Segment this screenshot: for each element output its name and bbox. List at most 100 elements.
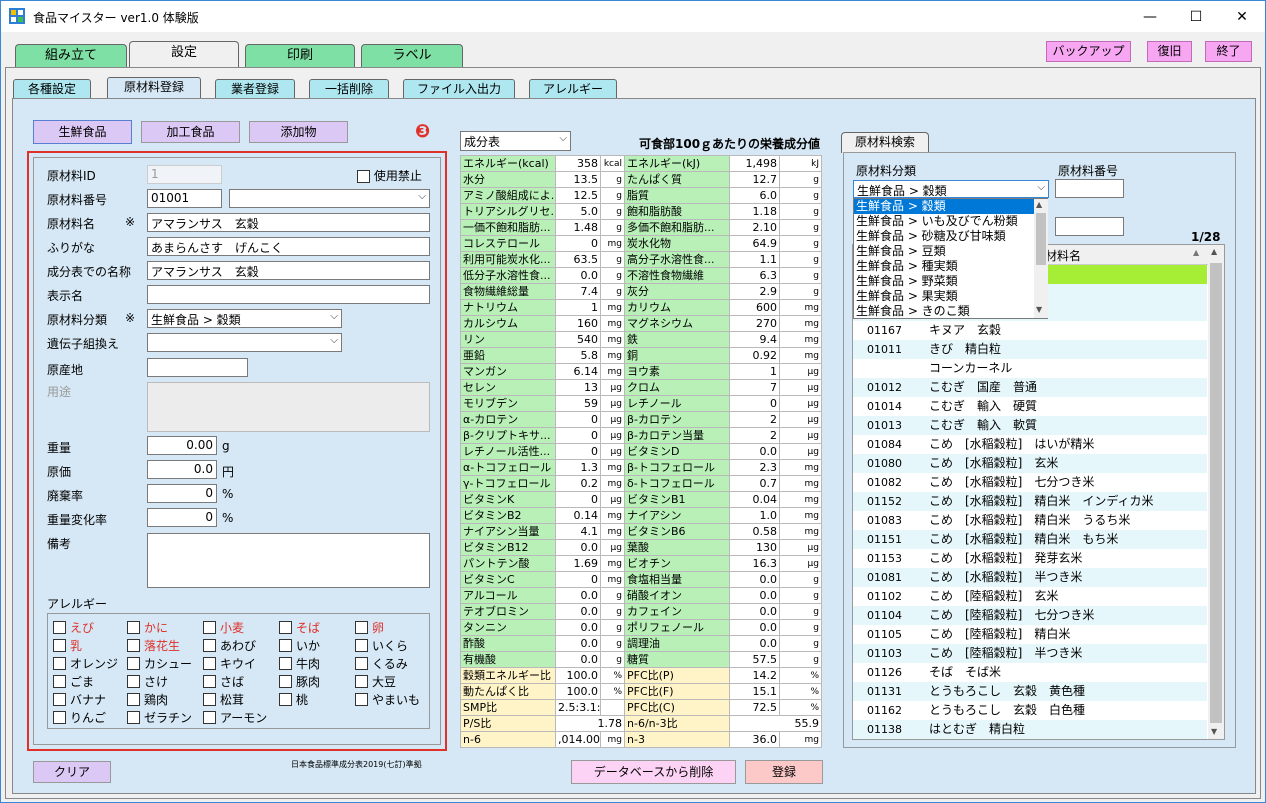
allergy-checkbox[interactable]: そば bbox=[279, 619, 320, 636]
name-field[interactable]: アマランサス 玄穀 bbox=[147, 213, 430, 232]
restore-button[interactable]: 復旧 bbox=[1147, 41, 1192, 62]
list-item[interactable]: 01131 とうもろこし 玄穀 黄色種 bbox=[853, 682, 1207, 701]
allergy-checkbox[interactable]: キウイ bbox=[203, 655, 256, 672]
scroll-up-icon[interactable]: ▲ bbox=[1211, 247, 1217, 256]
clear-button[interactable]: クリア bbox=[33, 761, 111, 783]
list-item[interactable]: 01081 こめ [水稲穀粒] 半つき米 bbox=[853, 568, 1207, 587]
allergy-checkbox[interactable]: あわび bbox=[203, 637, 256, 654]
origin-field[interactable] bbox=[147, 358, 248, 377]
checkbox-icon[interactable] bbox=[203, 693, 216, 706]
note-field[interactable] bbox=[147, 533, 430, 588]
list-item[interactable]: コーンカーネル bbox=[853, 359, 1207, 378]
subtab-file-io[interactable]: ファイル入出力 bbox=[403, 79, 515, 99]
checkbox-icon[interactable] bbox=[203, 621, 216, 634]
subtab-material[interactable]: 原材料登録 bbox=[107, 77, 201, 100]
allergy-checkbox[interactable]: 卵 bbox=[355, 619, 384, 636]
kana-field[interactable]: あまらんさす げんこく bbox=[147, 237, 430, 256]
checkbox-icon[interactable] bbox=[127, 657, 140, 670]
allergy-checkbox[interactable]: 乳 bbox=[53, 637, 82, 654]
checkbox-icon[interactable] bbox=[355, 639, 368, 652]
tab-label[interactable]: ラベル bbox=[361, 44, 463, 68]
scroll-thumb[interactable] bbox=[1210, 263, 1222, 723]
tab-material-search[interactable]: 原材料検索 bbox=[841, 132, 929, 153]
tab-settings[interactable]: 設定 bbox=[129, 41, 239, 68]
allergy-checkbox[interactable]: やまいも bbox=[355, 691, 420, 708]
checkbox-icon[interactable] bbox=[355, 657, 368, 670]
weight-field[interactable]: 0.00 bbox=[147, 436, 217, 455]
allergy-checkbox[interactable]: オレンジ bbox=[53, 655, 118, 672]
dropdown-option[interactable]: 生鮮食品 > 穀類 bbox=[854, 199, 1034, 214]
code-field[interactable]: 01001 bbox=[147, 189, 222, 208]
checkbox-icon[interactable] bbox=[355, 693, 368, 706]
gmo-select[interactable]: ⌵ bbox=[147, 333, 342, 352]
checkbox-icon[interactable] bbox=[53, 675, 66, 688]
allergy-checkbox[interactable]: 鶏肉 bbox=[127, 691, 168, 708]
allergy-checkbox[interactable]: いくら bbox=[355, 637, 408, 654]
dropdown-option[interactable]: 生鮮食品 > 野菜類 bbox=[854, 274, 1034, 289]
list-item[interactable]: 01011 きび 精白粒 bbox=[853, 340, 1207, 359]
checkbox-icon[interactable] bbox=[53, 657, 66, 670]
checkbox-icon[interactable] bbox=[279, 675, 292, 688]
allergy-checkbox[interactable]: バナナ bbox=[53, 691, 106, 708]
fresh-food-button[interactable]: 生鮮食品 bbox=[33, 120, 132, 144]
dropdown-scrollbar[interactable]: ▲ ▼ bbox=[1034, 199, 1048, 318]
class-select[interactable]: 生鮮食品 > 穀類 ⌵ bbox=[147, 309, 342, 328]
allergy-checkbox[interactable]: いか bbox=[279, 637, 320, 654]
cost-field[interactable]: 0.0 bbox=[147, 460, 217, 479]
tab-print[interactable]: 印刷 bbox=[245, 44, 355, 68]
allergy-checkbox[interactable]: 桃 bbox=[279, 691, 308, 708]
disabled-checkbox[interactable]: 使用禁止 bbox=[357, 167, 422, 184]
checkbox-icon[interactable] bbox=[127, 693, 140, 706]
checkbox-icon[interactable] bbox=[203, 711, 216, 724]
list-item[interactable]: 01138 はとむぎ 精白粒 bbox=[853, 720, 1207, 739]
list-item[interactable]: 01084 こめ [水稲穀粒] はいが精米 bbox=[853, 435, 1207, 454]
waste-field[interactable]: 0 bbox=[147, 484, 217, 503]
allergy-checkbox[interactable]: 落花生 bbox=[127, 637, 180, 654]
search-name-field[interactable] bbox=[1055, 217, 1124, 236]
dropdown-option[interactable]: 生鮮食品 > 種実類 bbox=[854, 259, 1034, 274]
list-item[interactable]: 01080 こめ [水稲穀粒] 玄米 bbox=[853, 454, 1207, 473]
minimize-button[interactable]: — bbox=[1127, 1, 1173, 32]
checkbox-icon[interactable] bbox=[279, 621, 292, 634]
list-item[interactable]: 01152 こめ [水稲穀粒] 精白米 インディカ米 bbox=[853, 492, 1207, 511]
checkbox-icon[interactable] bbox=[203, 657, 216, 670]
checkbox-icon[interactable] bbox=[127, 639, 140, 652]
additive-button[interactable]: 添加物 bbox=[249, 121, 348, 143]
maximize-button[interactable]: ☐ bbox=[1173, 1, 1219, 32]
list-item[interactable]: 01162 とうもろこし 玄穀 白色種 bbox=[853, 701, 1207, 720]
subtab-general[interactable]: 各種設定 bbox=[13, 79, 91, 99]
disabled-check-icon[interactable] bbox=[357, 170, 370, 183]
register-button[interactable]: 登録 bbox=[745, 760, 823, 784]
checkbox-icon[interactable] bbox=[279, 693, 292, 706]
allergy-checkbox[interactable]: 牛肉 bbox=[279, 655, 320, 672]
allergy-checkbox[interactable]: ごま bbox=[53, 673, 94, 690]
checkbox-icon[interactable] bbox=[279, 657, 292, 670]
checkbox-icon[interactable] bbox=[203, 675, 216, 688]
dropdown-option[interactable]: 生鮮食品 > いも及びでん粉類 bbox=[854, 214, 1034, 229]
list-item[interactable]: 01167 キヌア 玄穀 bbox=[853, 321, 1207, 340]
processed-food-button[interactable]: 加工食品 bbox=[141, 121, 240, 143]
allergy-checkbox[interactable]: りんご bbox=[53, 709, 106, 726]
allergy-checkbox[interactable]: カシュー bbox=[127, 655, 192, 672]
allergy-checkbox[interactable]: さけ bbox=[127, 673, 168, 690]
checkbox-icon[interactable] bbox=[355, 621, 368, 634]
checkbox-icon[interactable] bbox=[127, 675, 140, 688]
allergy-checkbox[interactable]: くるみ bbox=[355, 655, 408, 672]
list-item[interactable]: 01014 こむぎ 輸入 硬質 bbox=[853, 397, 1207, 416]
list-item[interactable]: 01104 こめ [陸稲穀粒] 七分つき米 bbox=[853, 606, 1207, 625]
checkbox-icon[interactable] bbox=[203, 639, 216, 652]
list-item[interactable]: 01083 こめ [水稲穀粒] 精白米 うるち米 bbox=[853, 511, 1207, 530]
search-class-select[interactable]: 生鮮食品 > 穀類 ⌵ bbox=[853, 180, 1049, 198]
list-item[interactable]: 01126 そば そば米 bbox=[853, 663, 1207, 682]
exit-button[interactable]: 終了 bbox=[1205, 41, 1252, 62]
allergy-checkbox[interactable]: えび bbox=[53, 619, 94, 636]
allergy-checkbox[interactable]: アーモン bbox=[203, 709, 267, 726]
tab-assemble[interactable]: 組み立て bbox=[15, 44, 127, 68]
allergy-checkbox[interactable]: 松茸 bbox=[203, 691, 244, 708]
change-field[interactable]: 0 bbox=[147, 508, 217, 527]
checkbox-icon[interactable] bbox=[53, 711, 66, 724]
checkbox-icon[interactable] bbox=[127, 711, 140, 724]
scroll-up-icon[interactable]: ▲ bbox=[1036, 200, 1042, 209]
allergy-checkbox[interactable]: 小麦 bbox=[203, 619, 244, 636]
search-code-field[interactable] bbox=[1055, 179, 1124, 198]
